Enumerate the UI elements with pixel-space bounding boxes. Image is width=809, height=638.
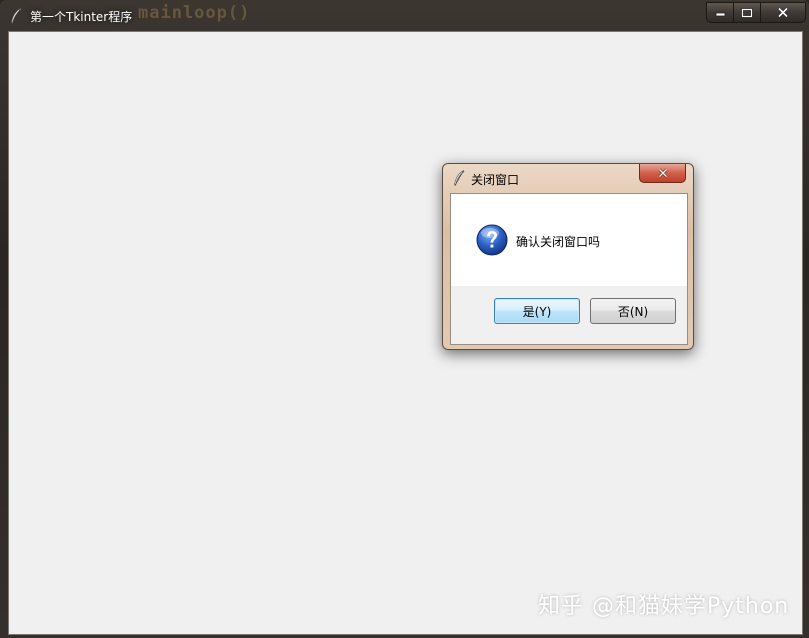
main-titlebar[interactable]: 第一个Tkinter程序 mainloop() xyxy=(0,0,809,30)
dialog-message: 确认关闭窗口吗 xyxy=(516,235,601,249)
watermark-text: 知乎 @和猫妹学Python xyxy=(538,594,790,619)
close-confirm-dialog: 关闭窗口 确认关闭窗口吗 是(Y) 否(N) xyxy=(442,163,694,350)
background-code-text: mainloop() xyxy=(138,3,251,23)
yes-button[interactable]: 是(Y) xyxy=(494,298,580,324)
tk-feather-icon xyxy=(11,8,22,24)
minimize-button[interactable] xyxy=(707,3,735,22)
minimize-icon xyxy=(715,12,726,17)
caption-buttons xyxy=(706,2,806,23)
main-window: 第一个Tkinter程序 mainloop() 知乎 @和猫妹学Python 关… xyxy=(0,0,809,638)
no-button[interactable]: 否(N) xyxy=(590,298,676,324)
maximize-icon xyxy=(741,7,753,18)
dialog-title: 关闭窗口 xyxy=(471,173,520,187)
window-title: 第一个Tkinter程序 xyxy=(30,10,133,24)
close-button[interactable] xyxy=(761,3,805,22)
dialog-close-button[interactable] xyxy=(639,164,686,183)
dialog-feather-icon xyxy=(454,170,465,186)
question-icon xyxy=(476,224,508,256)
close-icon xyxy=(658,168,667,178)
close-icon xyxy=(777,7,789,18)
dialog-button-bar: 是(Y) 否(N) xyxy=(451,286,687,344)
maximize-button[interactable] xyxy=(734,3,761,22)
dialog-body: 确认关闭窗口吗 是(Y) 否(N) xyxy=(450,193,688,345)
